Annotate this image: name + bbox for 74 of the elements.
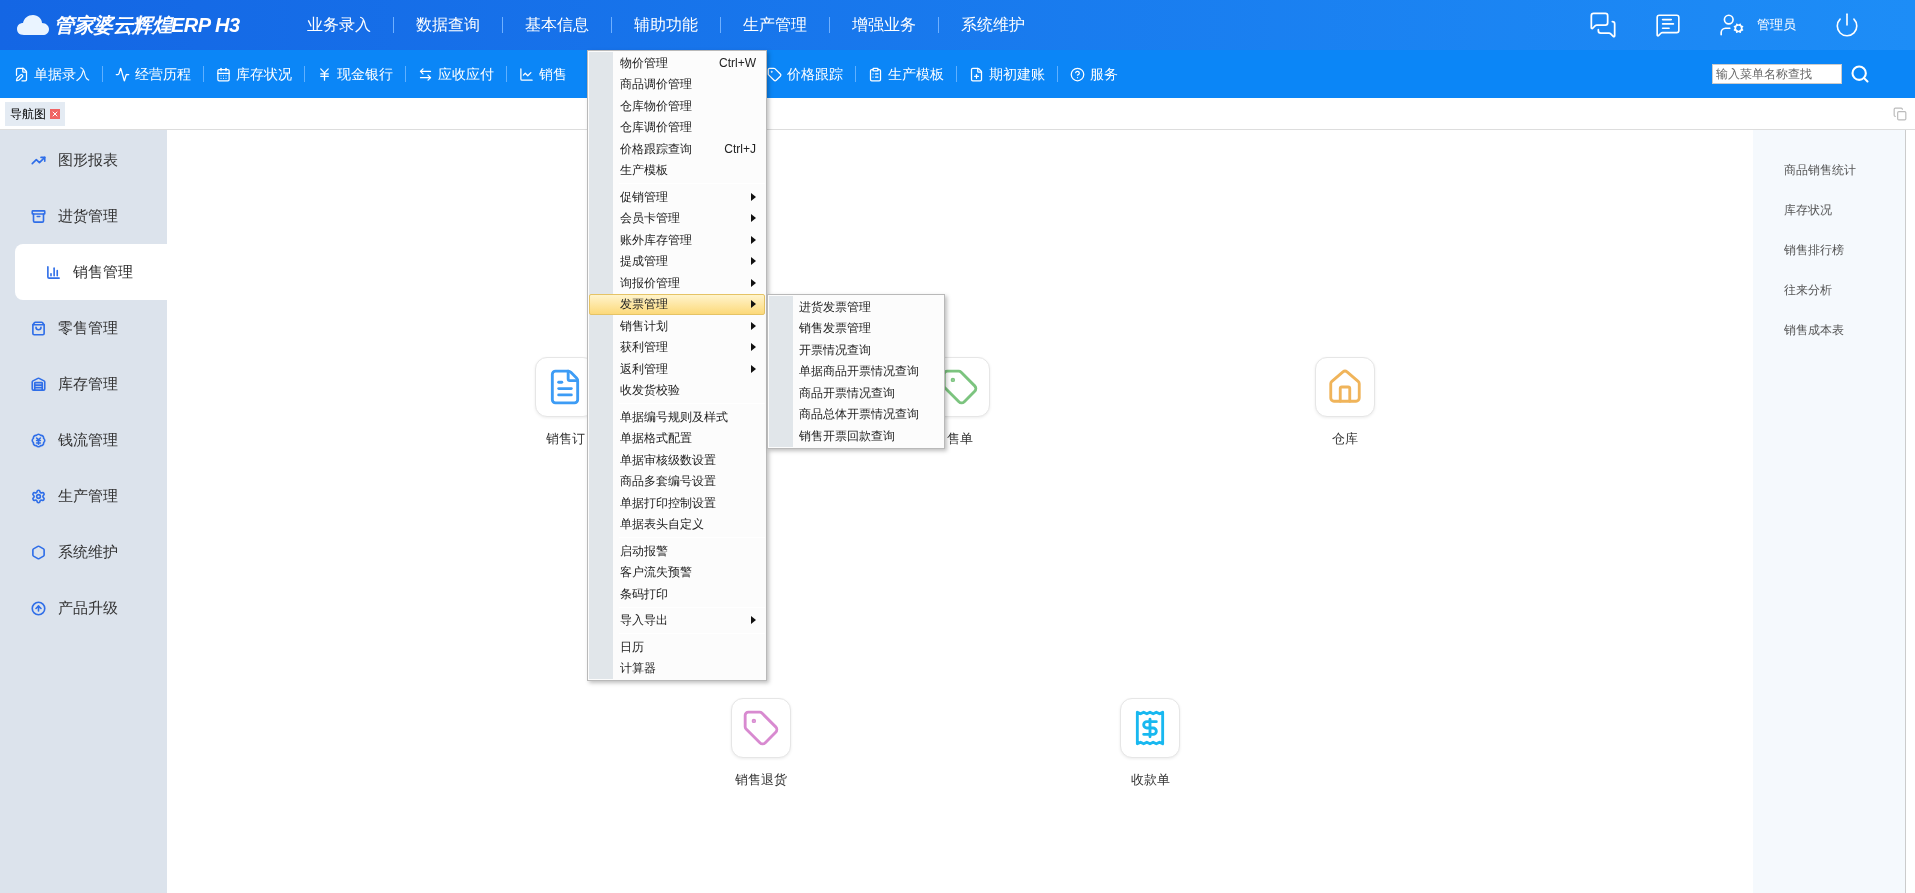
tile-label: 销售退货: [735, 771, 787, 789]
menu-item[interactable]: 返利管理: [589, 358, 765, 380]
toolbar-button[interactable]: 生产模板: [868, 63, 944, 85]
nav-menu-item[interactable]: 生产管理: [721, 13, 829, 37]
menu-item[interactable]: 客户流失预警: [589, 561, 765, 583]
menu-item[interactable]: 商品多套编号设置: [589, 470, 765, 492]
menu-item[interactable]: 促销管理: [589, 186, 765, 208]
menu-item[interactable]: 销售开票回款查询: [769, 425, 943, 447]
nav-menu-item[interactable]: 数据查询: [394, 13, 502, 37]
menu-item[interactable]: 商品开票情况查询: [769, 382, 943, 404]
menu-item[interactable]: 仓库调价管理: [589, 116, 765, 138]
menu-item[interactable]: 单据表头自定义: [589, 513, 765, 535]
menu-item[interactable]: 价格跟踪查询 Ctrl+J: [589, 138, 765, 160]
nav-menu-item[interactable]: 业务录入: [285, 13, 393, 37]
menu-item[interactable]: 询报价管理: [589, 272, 765, 294]
toolbar-button[interactable]: 经营历程: [115, 63, 191, 85]
toolbar-button[interactable]: 价格跟踪: [767, 63, 843, 85]
toolbar-button[interactable]: 现金银行: [317, 63, 393, 85]
menu-item[interactable]: 收发货校验: [589, 379, 765, 401]
tile-label: 仓库: [1332, 430, 1358, 448]
quick-link[interactable]: 库存状况: [1784, 201, 1905, 219]
menu-item[interactable]: 单据打印控制设置: [589, 492, 765, 514]
nav-menu-item[interactable]: 基本信息: [503, 13, 611, 37]
menu-item[interactable]: 启动报警: [589, 540, 765, 562]
menu-item[interactable]: 账外库存管理: [589, 229, 765, 251]
menu-item[interactable]: 销售发票管理: [769, 317, 943, 339]
sidebar-item[interactable]: 图形报表: [0, 132, 167, 188]
sidebar-item[interactable]: 进货管理: [0, 188, 167, 244]
tab[interactable]: 导航图: [5, 101, 65, 126]
sidebar-item[interactable]: 零售管理: [0, 300, 167, 356]
menu-item[interactable]: 单据审核级数设置: [589, 449, 765, 471]
menu-item[interactable]: 会员卡管理: [589, 207, 765, 229]
quick-link[interactable]: 销售成本表: [1784, 321, 1905, 339]
menu-item[interactable]: 商品总体开票情况查询: [769, 403, 943, 425]
toolbar-button[interactable]: 销售: [519, 63, 567, 85]
sidebar-item[interactable]: 库存管理: [0, 356, 167, 412]
nav-menu-item[interactable]: 增强业务: [830, 13, 938, 37]
nav-menu-item[interactable]: 辅助功能: [612, 13, 720, 37]
sidebar-item[interactable]: 产品升级: [0, 580, 167, 636]
menu-item[interactable]: 物价管理 Ctrl+W: [589, 52, 765, 74]
menu-item[interactable]: 发票管理: [589, 293, 765, 315]
toolbar-button[interactable]: 应收应付: [418, 63, 494, 85]
toolbar-button[interactable]: 库存状况: [216, 63, 292, 85]
app-logo-text: 管家婆云辉煌ERP H3: [54, 13, 240, 38]
sidebar-item[interactable]: 钱流管理: [0, 412, 167, 468]
sidebar-item[interactable]: 销售管理: [15, 244, 167, 300]
menu-item[interactable]: 单据商品开票情况查询: [769, 360, 943, 382]
toolbar-button[interactable]: 服务: [1070, 63, 1118, 85]
toolbar-button[interactable]: 期初建账: [969, 63, 1045, 85]
menu-item[interactable]: 获利管理: [589, 336, 765, 358]
sidebar-item[interactable]: 系统维护: [0, 524, 167, 580]
toolbar-button[interactable]: 单据录入: [14, 63, 90, 85]
tile-label: 售单: [947, 430, 973, 448]
tile-label: 销售订: [545, 430, 585, 448]
menu-item[interactable]: 开票情况查询: [769, 339, 943, 361]
menu-item[interactable]: 单据编号规则及样式: [589, 406, 765, 428]
menu-item[interactable]: 仓库物价管理: [589, 95, 765, 117]
quick-link[interactable]: 销售排行榜: [1784, 241, 1905, 259]
tile-label: 收款单: [1130, 771, 1170, 789]
menu-item[interactable]: 单据格式配置: [589, 427, 765, 449]
menu-item[interactable]: 提成管理: [589, 250, 765, 272]
sidebar-item[interactable]: 生产管理: [0, 468, 167, 524]
menu-item[interactable]: 日历: [589, 636, 765, 658]
menu-item[interactable]: 条码打印: [589, 583, 765, 605]
menu-item[interactable]: 生产模板: [589, 159, 765, 181]
menu-item[interactable]: 进货发票管理: [769, 296, 943, 318]
menu-item[interactable]: 导入导出: [589, 609, 765, 631]
quick-link[interactable]: 往来分析: [1784, 281, 1905, 299]
menu-search-field[interactable]: 输入菜单名称查找: [1712, 64, 1842, 84]
quick-link[interactable]: 商品销售统计: [1784, 161, 1905, 179]
menu-item[interactable]: 销售计划: [589, 315, 765, 337]
menu-item[interactable]: 商品调价管理: [589, 73, 765, 95]
nav-menu-item[interactable]: 系统维护: [939, 13, 1047, 37]
menu-item[interactable]: 计算器: [589, 657, 765, 679]
